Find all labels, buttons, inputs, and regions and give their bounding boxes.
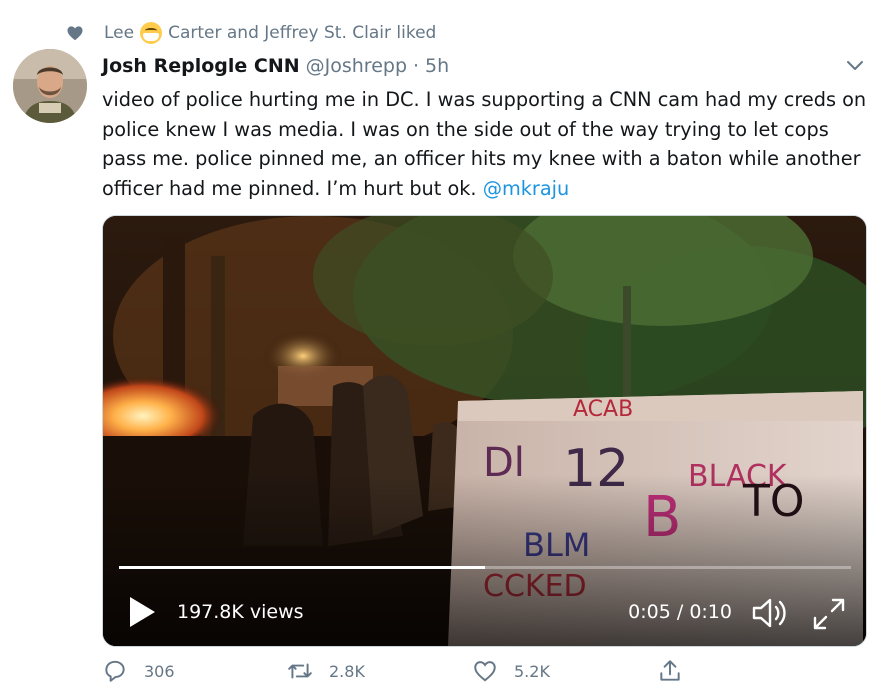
reply-button[interactable]: 306	[102, 656, 287, 686]
retweet-icon	[288, 663, 312, 679]
video-progress-bar[interactable]	[119, 566, 851, 569]
like-count: 5.2K	[514, 661, 550, 681]
tweet-text: video of police hurting me in DC. I was …	[102, 85, 874, 203]
author-name[interactable]: Josh Replogle CNN	[102, 55, 300, 77]
tweet-actions: 306 2.8K 5.2K	[102, 656, 842, 686]
play-icon[interactable]	[127, 595, 157, 629]
share-icon	[660, 660, 680, 681]
like-icon	[474, 661, 496, 682]
social-context-name[interactable]: Lee	[104, 23, 134, 43]
reply-count: 306	[144, 661, 175, 681]
tweet-header: Josh Replogle CNN @Joshrepp · 5h	[102, 51, 449, 81]
retweet-count: 2.8K	[329, 661, 365, 681]
reply-icon	[105, 660, 125, 682]
video-player[interactable]: ACAB Dl 12 B BLACK TO BLM CCKED 197.8K v…	[102, 215, 867, 647]
video-frame: ACAB Dl 12 B BLACK TO BLM CCKED	[103, 216, 866, 646]
share-button[interactable]	[657, 656, 842, 686]
video-progress-fill	[119, 566, 485, 569]
heart-icon	[67, 26, 83, 41]
author-handle[interactable]: @Joshrepp	[306, 55, 407, 77]
avatar-image	[13, 49, 87, 123]
fullscreen-icon[interactable]	[811, 596, 847, 632]
social-context-text[interactable]: Carter and Jeffrey St. Clair liked	[168, 23, 436, 43]
social-context[interactable]: Lee Carter and Jeffrey St. Clair liked	[66, 20, 436, 46]
mention-link[interactable]: @mkraju	[483, 177, 570, 200]
tweet-timestamp[interactable]: 5h	[425, 55, 449, 77]
separator: ·	[413, 55, 420, 77]
like-button[interactable]: 5.2K	[472, 656, 657, 686]
avatar[interactable]	[13, 49, 87, 123]
face-with-medical-mask-emoji	[140, 22, 163, 44]
chevron-down-icon[interactable]	[843, 53, 867, 77]
retweet-button[interactable]: 2.8K	[287, 656, 472, 686]
video-timecode: 0:05 / 0:10	[628, 601, 732, 623]
volume-icon[interactable]	[751, 596, 789, 630]
view-count: 197.8K views	[177, 601, 304, 623]
